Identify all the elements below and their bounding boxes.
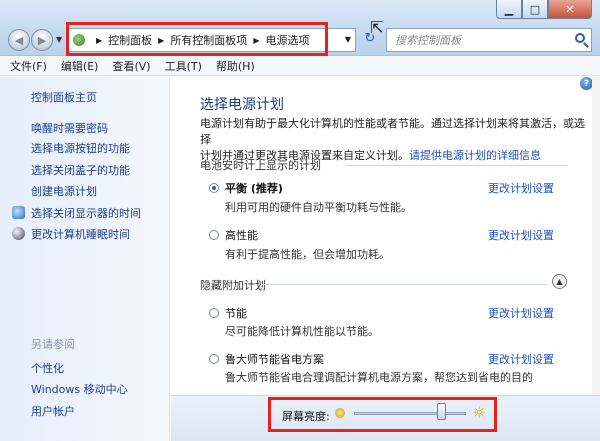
back-button[interactable]: ◀ (8, 29, 30, 51)
sidebar-item-sleep[interactable]: 更改计算机睡眠时间 (31, 226, 130, 242)
plan-power-saver-name[interactable]: 节能 (225, 305, 247, 321)
plan-balanced-change-link[interactable]: 更改计划设置 (488, 180, 554, 196)
moon-icon (12, 227, 25, 240)
search-placeholder: 搜索控制面板 (395, 34, 461, 47)
plan-high-performance-radio[interactable] (209, 230, 219, 240)
sidebar-item-wake-password[interactable]: 唤醒时需要密码 (31, 120, 108, 136)
plan-power-saver-desc: 尽可能降低计算机性能以节能。 (225, 325, 379, 338)
plan-ludashi-name[interactable]: 鲁大师节能省电方案 (225, 351, 324, 367)
sidebar-item-display-off[interactable]: 选择关闭显示器的时间 (31, 205, 141, 221)
see-also-personalize[interactable]: 个性化 (31, 360, 64, 376)
see-also-heading: 另请参阅 (31, 338, 75, 351)
menu-file[interactable]: 文件(F) (10, 58, 47, 74)
mouse-cursor-icon: ⇱ (370, 18, 384, 37)
brightness-highlight-box (268, 397, 497, 432)
menu-edit[interactable]: 编辑(E) (61, 58, 99, 74)
menu-bar: 文件(F) 编辑(E) 查看(V) 工具(T) 帮助(H) (0, 56, 600, 76)
see-also-user-accounts[interactable]: 用户帐户 (31, 403, 75, 419)
plan-balanced-radio[interactable] (209, 183, 219, 193)
plan-high-performance-desc: 有利于提高性能，但会增加功耗。 (225, 248, 390, 261)
main-content: ? 选择电源计划 电源计划有助于最大化计算机的性能或者节能。通过选择计划来将其激… (171, 77, 593, 395)
plan-ludashi-change-link[interactable]: 更改计划设置 (488, 351, 554, 367)
sidebar-item-power-button[interactable]: 选择电源按钮的功能 (31, 140, 130, 156)
plan-ludashi-desc: 鲁大师节能省电合理调配计算机电源方案，帮您达到省电的目的 (225, 371, 533, 384)
sidebar: 控制面板主页 唤醒时需要密码 选择电源按钮的功能 选择关闭盖子的功能 创建电源计… (0, 77, 170, 441)
section-divider (261, 284, 547, 285)
plan-power-saver-radio[interactable] (209, 308, 219, 318)
address-dropdown[interactable]: ▼ (345, 35, 351, 44)
plan-power-saver-change-link[interactable]: 更改计划设置 (488, 305, 554, 321)
window-controls: ▁ □ ✕ (496, 0, 592, 19)
sidebar-item-create-plan[interactable]: 创建电源计划 (31, 183, 97, 199)
forward-button[interactable]: ▶ (31, 29, 53, 51)
close-button[interactable]: ✕ (548, 0, 592, 19)
see-also-mobility-center[interactable]: Windows 移动中心 (31, 381, 128, 397)
search-icon[interactable] (575, 33, 585, 43)
plan-balanced-desc: 利用可用的硬件自动平衡功耗与性能。 (225, 201, 412, 214)
plan-ludashi-radio[interactable] (209, 354, 219, 364)
menu-help[interactable]: 帮助(H) (216, 58, 255, 74)
sidebar-home-link[interactable]: 控制面板主页 (31, 89, 97, 105)
plan-balanced-name[interactable]: 平衡 (推荐) (225, 180, 283, 196)
vertical-scrollbar[interactable] (592, 77, 600, 395)
plan-high-performance-name[interactable]: 高性能 (225, 227, 258, 243)
description-line1: 电源计划有助于最大化计算机的性能或者节能。通过选择计划来将其激活，或选择 (200, 117, 585, 146)
recent-pages-dropdown[interactable]: ▼ (56, 35, 62, 44)
plan-high-performance-change-link[interactable]: 更改计划设置 (488, 227, 554, 243)
section-divider (347, 165, 567, 166)
maximize-button[interactable]: □ (522, 0, 548, 19)
address-highlight-box (66, 22, 328, 56)
menu-tools[interactable]: 工具(T) (165, 58, 202, 74)
plan-details-link[interactable]: 请提供电源计划的详细信息 (409, 149, 541, 162)
minimize-button[interactable]: ▁ (496, 0, 522, 19)
collapse-chevron-icon[interactable]: ▲ (552, 274, 567, 289)
page-title: 选择电源计划 (200, 97, 284, 113)
sidebar-item-lid[interactable]: 选择关闭盖子的功能 (31, 162, 130, 178)
hidden-plans-heading: 隐藏附加计划 (200, 279, 266, 292)
battery-section-heading: 电池安时计上显示的计划 (200, 159, 321, 172)
menu-view[interactable]: 查看(V) (112, 58, 150, 74)
search-input[interactable]: 搜索控制面板 (386, 28, 592, 52)
monitor-icon (12, 206, 25, 219)
